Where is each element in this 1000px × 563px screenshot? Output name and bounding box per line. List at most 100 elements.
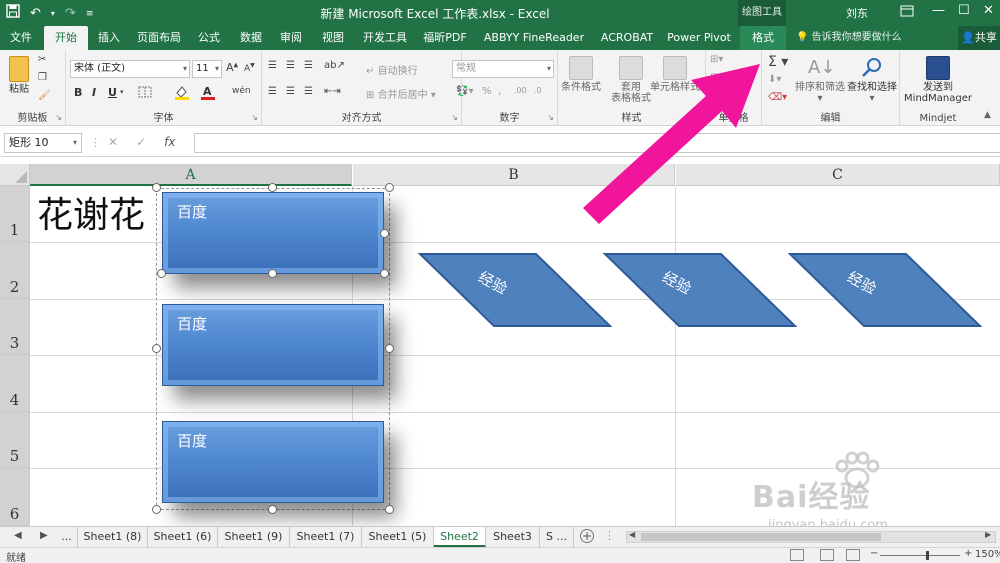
resize-handle[interactable] bbox=[152, 505, 161, 514]
scrollbar-thumb[interactable] bbox=[641, 533, 881, 541]
resize-handle[interactable] bbox=[380, 229, 389, 238]
formula-input[interactable] bbox=[194, 133, 1000, 153]
font-launcher-icon[interactable]: ↘ bbox=[251, 113, 258, 122]
clear-icon[interactable]: ⌫▾ bbox=[768, 92, 787, 103]
add-sheet-icon[interactable]: + bbox=[580, 529, 594, 543]
row-header-2[interactable]: 2 bbox=[0, 242, 30, 299]
tab-power-pivot[interactable]: Power Pivot bbox=[664, 26, 734, 50]
zoom-slider-thumb[interactable] bbox=[926, 551, 929, 560]
rectangle-shape-2[interactable]: 百度 bbox=[162, 304, 384, 386]
decrease-decimal-icon[interactable]: .0 bbox=[534, 86, 542, 95]
tab-format[interactable]: 格式 bbox=[740, 26, 786, 50]
page-layout-view-icon[interactable] bbox=[820, 549, 834, 561]
user-name[interactable]: 刘东 bbox=[846, 5, 868, 21]
tab-view[interactable]: 视图 bbox=[316, 26, 350, 50]
tab-home[interactable]: 开始 bbox=[44, 26, 88, 50]
format-painter-icon[interactable]: 🖌 bbox=[38, 90, 51, 101]
parallelogram-shape-1[interactable] bbox=[418, 252, 614, 328]
font-size-select[interactable]: 11 ▾ bbox=[192, 60, 222, 78]
autosum-button[interactable]: Σ ▾ bbox=[768, 54, 788, 70]
row-header-5[interactable]: 5 bbox=[0, 412, 30, 468]
sheet-tab[interactable]: Sheet1 (7) bbox=[290, 527, 362, 547]
row-header-3[interactable]: 3 bbox=[0, 299, 30, 355]
resize-handle[interactable] bbox=[385, 505, 394, 514]
align-top-icon[interactable]: ☰ bbox=[268, 60, 277, 71]
tab-data[interactable]: 数据 bbox=[234, 26, 268, 50]
align-center-icon[interactable]: ☰ bbox=[286, 86, 295, 97]
underline-dropdown-icon[interactable]: ▾ bbox=[120, 88, 124, 96]
font-name-select[interactable]: 宋体 (正文) ▾ bbox=[70, 60, 190, 78]
resize-handle[interactable] bbox=[268, 505, 277, 514]
parallelogram-shape-2[interactable] bbox=[603, 252, 799, 328]
sheet-tab-active[interactable]: Sheet2 bbox=[434, 527, 486, 547]
tab-foxit-pdf[interactable]: 福昕PDF bbox=[418, 26, 472, 50]
sheet-tab[interactable]: Sheet1 (9) bbox=[218, 527, 290, 547]
ribbon-display-options-icon[interactable] bbox=[900, 5, 914, 20]
orientation-icon[interactable]: ab↗ bbox=[324, 60, 345, 71]
row-header-1[interactable]: 1 bbox=[0, 186, 30, 242]
currency-icon[interactable]: 💱▾ bbox=[456, 86, 473, 97]
clipboard-launcher-icon[interactable]: ↘ bbox=[55, 113, 62, 122]
normal-view-icon[interactable] bbox=[790, 549, 804, 561]
maximize-icon[interactable]: ☐ bbox=[958, 3, 970, 18]
sheet-tab[interactable]: Sheet1 (8) bbox=[78, 527, 148, 547]
rectangle-shape-1[interactable]: 百度 bbox=[162, 192, 384, 274]
tab-abbyy[interactable]: ABBYY FineReader 12 bbox=[478, 26, 590, 68]
fill-color-icon[interactable] bbox=[174, 84, 190, 103]
format-as-table-button[interactable]: 套用 表格格式 bbox=[608, 56, 654, 104]
bold-button[interactable]: B bbox=[74, 86, 82, 99]
grow-font-button[interactable]: A▲ bbox=[226, 61, 238, 74]
resize-handle[interactable] bbox=[268, 183, 277, 192]
underline-button[interactable]: U bbox=[108, 86, 117, 99]
sheet-tab[interactable]: Sheet1 (5) bbox=[362, 527, 434, 547]
column-header-a[interactable]: A bbox=[30, 164, 352, 186]
borders-icon[interactable] bbox=[138, 86, 152, 101]
resize-handle[interactable] bbox=[152, 183, 161, 192]
split-handle-icon[interactable]: ⋮ bbox=[604, 529, 615, 542]
copy-icon[interactable]: ❐ bbox=[38, 72, 47, 83]
tab-review[interactable]: 审阅 bbox=[274, 26, 308, 50]
sheet-tab[interactable]: Sheet1 (6) bbox=[148, 527, 218, 547]
tell-me-search[interactable]: 💡 告诉我你想要做什么 bbox=[796, 26, 902, 50]
resize-handle[interactable] bbox=[268, 269, 277, 278]
alignment-launcher-icon[interactable]: ↘ bbox=[451, 113, 458, 122]
scroll-right-icon[interactable]: ▶ bbox=[985, 530, 991, 539]
align-middle-icon[interactable]: ☰ bbox=[286, 60, 295, 71]
wrap-text-button[interactable]: ↵ 自动换行 bbox=[366, 62, 418, 77]
sheet-tab[interactable]: S ... bbox=[540, 527, 574, 547]
paste-button[interactable]: 粘贴 bbox=[4, 56, 34, 95]
insert-function-button[interactable]: fx bbox=[164, 135, 175, 149]
resize-handle[interactable] bbox=[157, 269, 166, 278]
share-button[interactable]: 👤共享 bbox=[958, 26, 1000, 50]
scroll-sheets-right-icon[interactable]: ▶ bbox=[40, 530, 48, 541]
delete-cells-icon[interactable]: ⊟▾ bbox=[710, 72, 723, 83]
align-right-icon[interactable]: ☰ bbox=[304, 86, 313, 97]
sort-filter-button[interactable]: A↓ 排序和筛选 ▾ bbox=[794, 56, 846, 104]
indent-icon[interactable]: ⇤⇥ bbox=[324, 86, 341, 97]
resize-handle[interactable] bbox=[385, 344, 394, 353]
collapse-ribbon-icon[interactable]: ▲ bbox=[984, 110, 991, 120]
page-break-view-icon[interactable] bbox=[846, 549, 860, 561]
tab-developer[interactable]: 开发工具 bbox=[358, 26, 412, 50]
resize-handle[interactable] bbox=[380, 269, 389, 278]
confirm-entry-button[interactable]: ✓ bbox=[136, 135, 146, 149]
cell-a1[interactable]: 花谢花 bbox=[37, 196, 145, 236]
tab-acrobat[interactable]: ACROBAT bbox=[596, 26, 658, 50]
align-bottom-icon[interactable]: ☰ bbox=[304, 60, 313, 71]
name-box[interactable]: 矩形 10 ▾ bbox=[4, 133, 82, 153]
parallelogram-shape-3[interactable] bbox=[788, 252, 984, 328]
align-left-icon[interactable]: ☰ bbox=[268, 86, 277, 97]
zoom-in-button[interactable]: + bbox=[964, 548, 972, 559]
rectangle-shape-3[interactable]: 百度 bbox=[162, 421, 384, 503]
tab-file[interactable]: 文件 bbox=[4, 26, 38, 50]
cancel-entry-button[interactable]: ✕ bbox=[108, 135, 118, 149]
fill-icon[interactable]: ⬇▾ bbox=[768, 74, 781, 85]
scroll-left-icon[interactable]: ◀ bbox=[629, 530, 635, 539]
italic-button[interactable]: I bbox=[92, 86, 96, 99]
percent-button[interactable]: % bbox=[482, 86, 492, 97]
tab-page-layout[interactable]: 页面布局 bbox=[132, 26, 186, 50]
zoom-out-button[interactable]: − bbox=[870, 548, 878, 559]
row-header-4[interactable]: 4 bbox=[0, 355, 30, 412]
shrink-font-button[interactable]: A▼ bbox=[244, 62, 255, 74]
phonetic-button[interactable]: wén bbox=[232, 86, 251, 96]
